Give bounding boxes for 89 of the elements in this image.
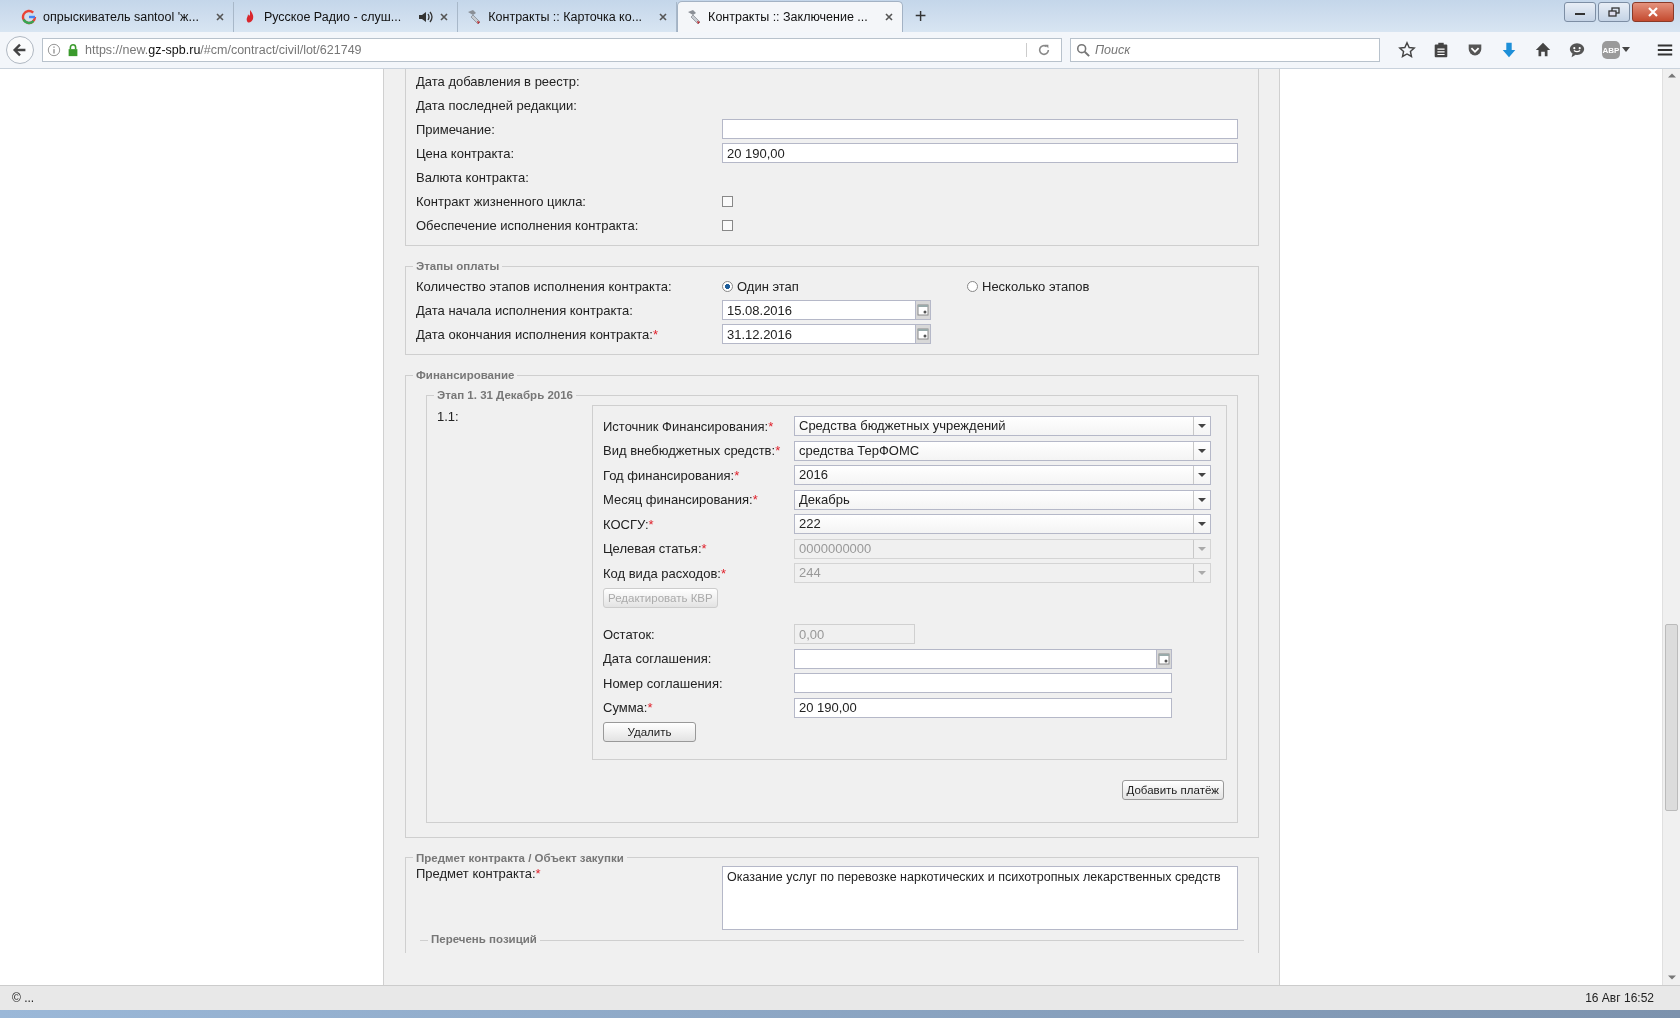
field-label: Примечание: — [416, 121, 496, 137]
scroll-up-icon[interactable] — [1667, 73, 1676, 79]
close-icon[interactable] — [883, 12, 894, 22]
new-tab-button[interactable]: + — [902, 5, 939, 32]
field-label: Дата окончания исполнения контракта:* — [416, 326, 659, 342]
hammer-icon — [466, 9, 483, 25]
field-label: Сумма:* — [603, 700, 654, 716]
minimize-button[interactable] — [1564, 2, 1596, 22]
close-button[interactable] — [1632, 2, 1674, 22]
field-label: Предмет контракта:* — [416, 865, 542, 881]
caret-icon[interactable] — [1198, 423, 1206, 430]
field-label: Валюта контракта: — [416, 169, 530, 185]
dropdown[interactable]: 2016 — [794, 465, 1211, 486]
field-label: Дата начала исполнения контракта: — [416, 302, 634, 318]
search-icon — [1076, 43, 1090, 57]
chat-icon[interactable] — [1568, 41, 1586, 59]
field-label: Год финансирования:* — [603, 467, 741, 483]
close-icon[interactable] — [214, 12, 225, 22]
calendar-icon[interactable] — [917, 304, 929, 316]
menu-icon[interactable] — [1656, 41, 1674, 59]
close-icon[interactable] — [439, 12, 450, 22]
dropdown[interactable]: Декабрь — [794, 489, 1211, 510]
field-label: КОСГУ:* — [603, 516, 655, 532]
field-label: Обеспечение исполнения контракта: — [416, 217, 640, 233]
text-area[interactable]: Оказание услуг по перевозке наркотических и психотропных лекарственных средств — [722, 865, 1238, 930]
info-icon[interactable] — [47, 43, 61, 57]
section-legend: Этапы оплаты — [413, 260, 503, 272]
field-label: Количество этапов исполнения контракта: — [416, 278, 673, 294]
back-button[interactable] — [6, 36, 34, 64]
field-label: Месяц финансирования:* — [603, 492, 759, 508]
radio-option[interactable]: Один этап — [722, 278, 967, 294]
input-field[interactable] — [722, 119, 1238, 139]
input-field[interactable]: 20 190,00 — [794, 697, 1172, 718]
date-field[interactable]: 31.12.2016 — [722, 324, 915, 344]
reload-icon[interactable] — [1037, 43, 1051, 57]
dropdown[interactable]: средства ТерФОМС — [794, 440, 1211, 461]
scroll-thumb[interactable] — [1665, 624, 1678, 811]
reading-list-icon[interactable] — [1432, 41, 1450, 59]
caret-icon[interactable] — [1622, 47, 1630, 53]
radio-option[interactable]: Несколько этапов — [967, 278, 1248, 294]
field-label: Цена контракта: — [416, 145, 515, 161]
speaker-icon[interactable] — [417, 9, 434, 25]
restore-button[interactable] — [1598, 2, 1630, 22]
date-field[interactable]: 15.08.2016 — [722, 300, 915, 320]
input-field[interactable] — [794, 673, 1172, 694]
caret-icon[interactable] — [1198, 447, 1206, 454]
checkbox[interactable] — [722, 219, 733, 231]
caret-icon[interactable] — [1198, 472, 1206, 479]
search-field[interactable]: Поиск — [1070, 38, 1380, 62]
calendar-icon[interactable] — [1158, 652, 1170, 665]
add-payment-button[interactable]: Добавить платёж — [1121, 779, 1224, 800]
section-legend: Предмет контракта / Объект закупки — [413, 851, 627, 864]
checkbox[interactable] — [722, 195, 733, 207]
home-icon[interactable] — [1534, 41, 1552, 59]
caret-icon[interactable] — [1198, 496, 1206, 503]
field-label: Целевая статья:* — [603, 541, 708, 557]
browser-tab[interactable]: Контракты :: Заключение ... — [677, 1, 903, 32]
restore-icon[interactable] — [1607, 7, 1621, 17]
section-legend: Этап 1. 31 Декабрь 2016 — [434, 389, 576, 401]
field-label: Вид внебюджетных средств:* — [603, 443, 782, 459]
date-field[interactable] — [794, 648, 1156, 669]
field-label: Дата соглашения: — [603, 651, 713, 667]
scroll-down-icon[interactable] — [1667, 975, 1676, 981]
google-icon — [21, 9, 37, 25]
field-label: Источник Финансирования:* — [603, 418, 775, 434]
star-icon[interactable] — [1398, 41, 1416, 59]
delete-button[interactable]: Удалить — [603, 722, 696, 743]
calendar-icon[interactable] — [917, 328, 929, 340]
field-label: Остаток: — [603, 626, 656, 642]
clock-text: 16 Авг 16:52 — [1585, 991, 1654, 1005]
field-label: Контракт жизненного цикла: — [416, 193, 587, 209]
hammer-icon — [686, 9, 703, 25]
payment-number: 1.1: — [437, 408, 460, 426]
dropdown[interactable]: Средства бюджетных учреждений — [794, 416, 1211, 437]
dropdown[interactable]: 222 — [794, 514, 1211, 535]
field-label: Код вида расходов:* — [603, 565, 727, 581]
field-label: Дата последней редакции: — [416, 97, 578, 113]
address-bar[interactable]: https://new.gz-spb.ru/#cm/contract/civil/lot/621749 — [42, 38, 1062, 62]
scrollbar[interactable] — [1662, 69, 1680, 985]
lock-icon[interactable] — [66, 43, 80, 57]
status-text: © ... — [12, 991, 35, 1005]
close-icon[interactable] — [658, 12, 669, 22]
caret-icon[interactable] — [1198, 521, 1206, 528]
field-label: Номер соглашения: — [603, 675, 724, 691]
section-legend: Финансирование — [413, 369, 518, 381]
input-field[interactable]: 20 190,00 — [722, 143, 1238, 163]
download-icon[interactable] — [1500, 41, 1518, 59]
section-legend: Перечень позиций — [428, 932, 540, 945]
field-label: Дата добавления в реестр: — [416, 73, 581, 89]
